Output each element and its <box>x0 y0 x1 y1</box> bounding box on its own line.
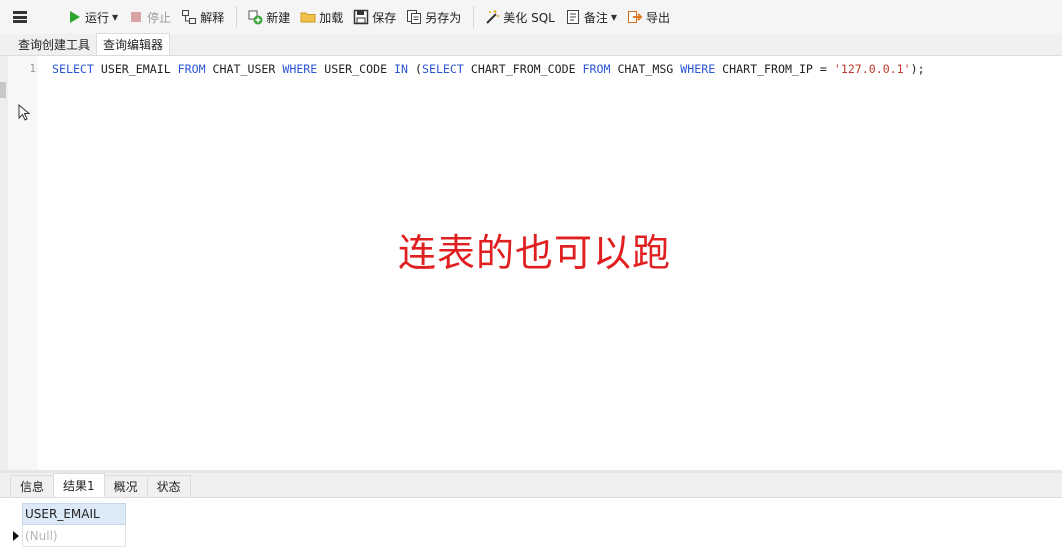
folder-icon <box>300 9 316 25</box>
explain-label: 解释 <box>200 10 225 25</box>
run-label: 运行 <box>85 10 110 25</box>
new-label: 新建 <box>266 10 291 25</box>
new-query-icon <box>247 9 263 25</box>
sql-keyword: WHERE <box>680 62 716 76</box>
sql-code-line[interactable]: SELECT USER_EMAIL FROM CHAT_USER WHERE U… <box>52 61 925 77</box>
explain-button[interactable]: 解释 <box>177 5 228 29</box>
sql-text: CHAT_USER <box>205 62 283 76</box>
tab-status[interactable]: 状态 <box>146 475 191 497</box>
tab-query-editor[interactable]: 查询编辑器 <box>96 33 171 55</box>
save-as-label: 另存为 <box>425 10 462 25</box>
new-button[interactable]: 新建 <box>243 5 294 29</box>
panel-splitter-handle[interactable] <box>0 82 6 98</box>
export-icon <box>627 9 643 25</box>
grid-header-row: USER_EMAIL <box>10 503 126 525</box>
run-button[interactable]: 运行 ▼ <box>62 5 122 29</box>
sql-keyword: SELECT <box>421 62 464 76</box>
toolbar-separator <box>473 6 475 28</box>
mouse-cursor-icon <box>18 104 31 121</box>
save-as-icon <box>406 9 422 25</box>
menu-button[interactable] <box>0 5 40 29</box>
sql-keyword: SELECT <box>52 62 94 76</box>
sql-keyword: FROM <box>582 62 611 76</box>
note-icon <box>565 9 581 25</box>
tab-result-1[interactable]: 结果1 <box>53 473 105 497</box>
row-indicator-spacer <box>10 503 22 525</box>
play-icon <box>66 9 82 25</box>
sql-editor[interactable]: 1 SELECT USER_EMAIL FROM CHAT_USER WHERE… <box>8 56 1062 470</box>
tab-info[interactable]: 信息 <box>10 475 55 497</box>
column-header-user-email[interactable]: USER_EMAIL <box>22 503 126 525</box>
sql-keyword: FROM <box>177 62 206 76</box>
result-grid: USER_EMAIL (Null) <box>10 503 126 547</box>
stop-label: 停止 <box>147 10 172 25</box>
beautify-sql-label: 美化 SQL <box>503 10 555 25</box>
table-row: (Null) <box>10 525 126 547</box>
tab-profile[interactable]: 概况 <box>103 475 148 497</box>
sql-text: CHART_FROM_IP = <box>715 62 834 76</box>
export-button[interactable]: 导出 <box>623 5 674 29</box>
editor-tab-bar: 查询创建工具 查询编辑器 <box>0 33 1062 56</box>
sql-text: USER_CODE <box>317 62 395 76</box>
sql-keyword: WHERE <box>282 62 318 76</box>
sql-text: ); <box>910 62 925 76</box>
save-as-button[interactable]: 另存为 <box>402 5 465 29</box>
toolbar: 运行 ▼ 停止 解释 新建 加载 保存 另存为 美化 SQL 备注 ▼ 导出 <box>0 0 1062 34</box>
stop-button[interactable]: 停止 <box>124 5 175 29</box>
sql-string: '127.0.0.1' <box>833 62 911 76</box>
left-panel-strip <box>0 56 8 470</box>
comment-button[interactable]: 备注 ▼ <box>561 5 621 29</box>
save-button[interactable]: 保存 <box>349 5 400 29</box>
toolbar-separator <box>236 6 238 28</box>
save-icon <box>353 9 369 25</box>
save-label: 保存 <box>372 10 397 25</box>
beautify-sql-button[interactable]: 美化 SQL <box>480 5 559 29</box>
current-row-arrow-icon <box>13 531 19 541</box>
tab-query-builder[interactable]: 查询创建工具 <box>12 34 96 55</box>
sql-text: ( <box>408 62 422 76</box>
sql-text: CHAT_MSG <box>610 62 681 76</box>
hamburger-menu-icon <box>13 11 27 23</box>
comment-dropdown-icon[interactable]: ▼ <box>611 13 617 22</box>
sql-text: USER_EMAIL <box>93 62 178 76</box>
stop-icon <box>128 9 144 25</box>
export-label: 导出 <box>646 10 671 25</box>
annotation-text: 连表的也可以跑 <box>398 231 672 275</box>
sql-text: CHART_FROM_CODE <box>463 62 583 76</box>
run-dropdown-icon[interactable]: ▼ <box>112 13 118 22</box>
explain-icon <box>181 9 197 25</box>
line-number: 1 <box>29 62 36 75</box>
load-button[interactable]: 加载 <box>296 5 347 29</box>
row-selector[interactable] <box>10 525 22 547</box>
load-label: 加载 <box>319 10 344 25</box>
magic-wand-icon <box>484 9 500 25</box>
sql-keyword: IN <box>394 62 409 76</box>
comment-label: 备注 <box>583 10 608 25</box>
grid-cell-user-email[interactable]: (Null) <box>22 525 126 547</box>
result-tab-bar: 信息 结果1 概况 状态 <box>0 470 1062 498</box>
